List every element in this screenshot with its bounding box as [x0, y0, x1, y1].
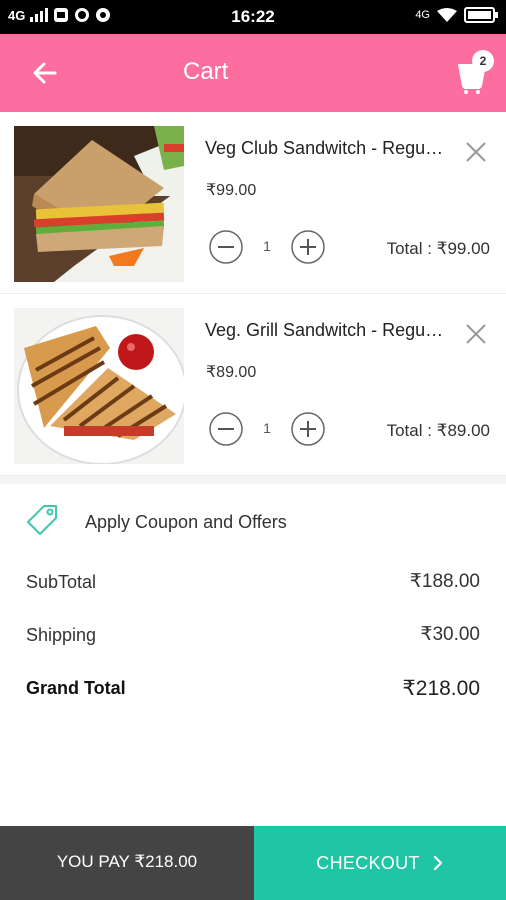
cart-count-badge: 2 [472, 50, 494, 72]
decrease-quantity-button[interactable] [208, 411, 244, 447]
item-total: Total : ₹99.00 [386, 239, 490, 258]
status-bar: 4G 16:22 4G [0, 0, 506, 34]
status-right: 4G [415, 7, 498, 23]
price-summary: SubTotal ₹188.00 Shipping ₹30.00 Grand T… [0, 556, 506, 715]
grand-total-label: Grand Total [26, 678, 126, 698]
bottom-bar: YOU PAY ₹218.00 CHECKOUT [0, 826, 506, 900]
item-total: Total : ₹89.00 [386, 421, 490, 440]
grand-total-row: Grand Total ₹218.00 [0, 662, 506, 715]
cart-item: Veg. Grill Sandwitch - Regular ₹89.00 1 … [0, 294, 506, 476]
page-title: Cart [183, 58, 229, 85]
cart-item: Veg Club Sandwitch - Regular ₹99.00 1 To… [0, 112, 506, 294]
chevron-right-icon [433, 855, 442, 871]
quantity-value: 1 [263, 420, 271, 436]
apply-coupon-label: Apply Coupon and Offers [85, 512, 287, 532]
checkout-label: CHECKOUT [316, 852, 420, 873]
remove-item-icon[interactable] [464, 322, 488, 346]
shipping-label: Shipping [26, 625, 97, 645]
decrease-quantity-button[interactable] [208, 229, 244, 265]
tag-icon [27, 505, 57, 535]
cart-items-list: Veg Club Sandwitch - Regular ₹99.00 1 To… [0, 112, 506, 476]
subtotal-value: ₹188.00 [409, 571, 480, 592]
checkout-button[interactable]: CHECKOUT [254, 826, 506, 900]
quantity-value: 1 [263, 238, 271, 254]
wifi-icon [437, 7, 457, 22]
app-bar: Cart 2 [0, 34, 506, 112]
volte-icon: 4G [415, 9, 430, 21]
subtotal-row: SubTotal ₹188.00 [0, 556, 506, 609]
product-name[interactable]: Veg. Grill Sandwitch - Regular [205, 320, 445, 341]
battery-icon [464, 7, 498, 23]
you-pay-amount: YOU PAY ₹218.00 [0, 826, 254, 900]
apply-coupon-row[interactable]: Apply Coupon and Offers [0, 476, 506, 556]
grand-total-value: ₹218.00 [402, 677, 480, 700]
increase-quantity-button[interactable] [290, 229, 326, 265]
increase-quantity-button[interactable] [290, 411, 326, 447]
product-name[interactable]: Veg Club Sandwitch - Regular [205, 138, 445, 159]
back-arrow-icon[interactable] [28, 56, 62, 90]
shipping-value: ₹30.00 [420, 624, 480, 645]
shipping-row: Shipping ₹30.00 [0, 609, 506, 662]
product-price: ₹99.00 [206, 182, 257, 199]
remove-item-icon[interactable] [464, 140, 488, 164]
product-price: ₹89.00 [206, 364, 257, 381]
subtotal-label: SubTotal [26, 572, 97, 592]
product-image-veg-grill-sandwich [14, 308, 184, 464]
product-image-veg-club-sandwich [14, 126, 184, 282]
